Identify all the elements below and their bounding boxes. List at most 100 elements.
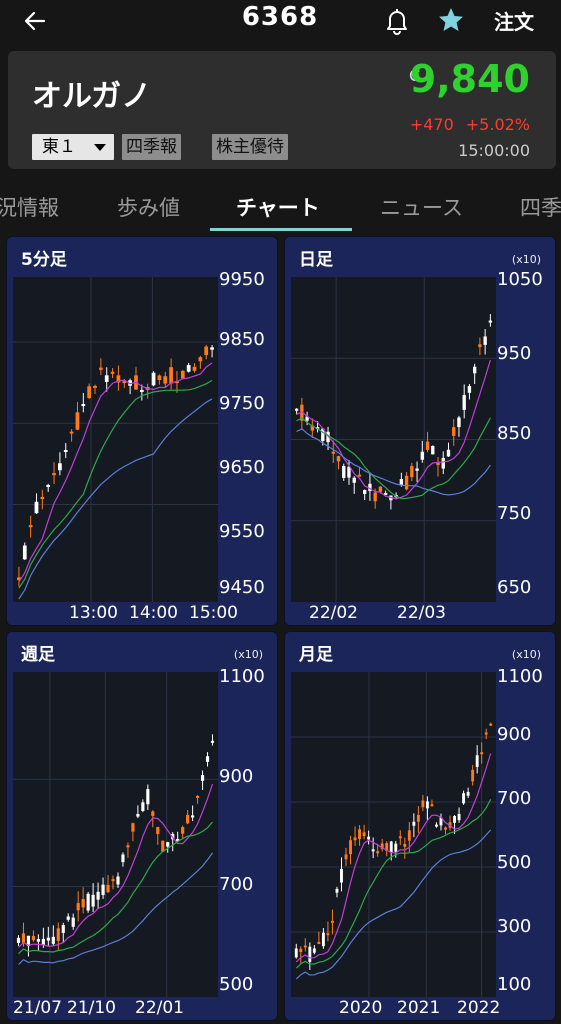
- market-select[interactable]: 東１: [32, 134, 114, 160]
- x-tick-label: 2021: [397, 998, 441, 1018]
- candlestick-plot: [13, 277, 218, 602]
- candle-body: [452, 427, 456, 436]
- x-tick-label: 15:00: [189, 603, 238, 623]
- moving-average-line: [18, 783, 214, 948]
- candle-body: [358, 829, 362, 840]
- candle-body: [52, 473, 56, 476]
- chart-panel-monthly[interactable]: 月足 (x10) 1100 900 700 500 300 100 2020 2…: [284, 631, 556, 1021]
- candle-body: [51, 936, 55, 944]
- candle-body: [352, 477, 356, 483]
- candle-body: [453, 816, 457, 823]
- candle-body: [121, 854, 125, 863]
- chart-panel-daily[interactable]: 日足 (x10) 1050 950 850 750 650 22/02 22/0…: [284, 236, 556, 626]
- panel-title: 5分足: [21, 250, 67, 270]
- candle-body: [151, 372, 156, 386]
- candle-body: [169, 367, 173, 384]
- y-tick-label: 650: [497, 577, 532, 598]
- candle-body: [66, 916, 70, 920]
- candle-body: [340, 868, 343, 883]
- candle-body: [457, 417, 461, 428]
- candle-body: [312, 948, 316, 953]
- candle-body: [321, 932, 325, 947]
- tab-chart[interactable]: チャート: [236, 192, 320, 222]
- candle-body: [93, 385, 97, 388]
- y-tick-label: 9450: [219, 577, 265, 598]
- y-tick-label: 700: [497, 788, 532, 809]
- top-bar: 6368 注文: [0, 0, 561, 44]
- y-tick-label: 500: [219, 974, 254, 995]
- market-label: 東１: [42, 137, 76, 157]
- candle-body: [46, 484, 51, 487]
- candle-body: [471, 769, 475, 782]
- panel-title: 週足: [21, 645, 55, 665]
- candle-body: [478, 344, 482, 348]
- candlestick-plot: [291, 672, 496, 997]
- y-tick-label: 1050: [497, 269, 543, 290]
- candle-body: [472, 366, 477, 374]
- candle-body: [430, 804, 434, 807]
- tab-news[interactable]: ニュース: [380, 192, 463, 222]
- candle-body: [420, 451, 424, 460]
- back-arrow-icon[interactable]: [20, 6, 50, 36]
- candle-body: [353, 837, 357, 841]
- candle-body: [96, 891, 100, 900]
- star-icon[interactable]: [437, 6, 465, 34]
- candle-body: [466, 791, 470, 796]
- y-tick-label: 9950: [219, 269, 265, 290]
- quarterly-report-button[interactable]: 四季報: [122, 134, 181, 160]
- candle-body: [480, 752, 484, 755]
- chart-panel-5min[interactable]: 5分足 9950 9850 9750 9650 9550 9450 13:00 …: [6, 236, 278, 626]
- y-tick-label: 9850: [219, 329, 265, 350]
- candle-body: [40, 497, 45, 500]
- x-tick-label: 22/03: [397, 603, 446, 623]
- tab-status[interactable]: 況情報: [0, 192, 59, 222]
- x-tick-label: 2020: [339, 998, 383, 1018]
- y-tick-label: 100: [497, 974, 532, 995]
- candle-body: [69, 431, 74, 434]
- candle-body: [131, 823, 135, 832]
- change-percent: +5.02%: [465, 115, 530, 134]
- price-change: +470 +5.02%: [398, 115, 530, 134]
- candle-body: [349, 840, 352, 855]
- candle-body: [376, 851, 380, 854]
- candle-body: [136, 814, 140, 817]
- y-tick-label: 1100: [497, 666, 543, 687]
- moving-average-line: [18, 821, 213, 955]
- shareholder-benefit-button[interactable]: 株主優待: [212, 134, 288, 160]
- candle-body: [457, 813, 461, 821]
- x-tick-label: 21/10: [67, 998, 116, 1018]
- tab-trades[interactable]: 歩み値: [117, 192, 180, 222]
- candle-body: [441, 457, 445, 469]
- candle-body: [104, 375, 109, 382]
- candle-body: [63, 449, 68, 452]
- candle-body: [205, 756, 210, 762]
- order-button[interactable]: 注文: [494, 6, 534, 35]
- candle-body: [186, 814, 190, 824]
- candle-body: [58, 463, 62, 471]
- candle-body: [61, 925, 65, 933]
- x-tick-label: 2022: [457, 998, 501, 1018]
- moving-average-line: [296, 428, 491, 496]
- moving-average-line: [295, 753, 492, 963]
- candle-body: [484, 732, 488, 735]
- candle-body: [483, 336, 487, 345]
- candle-body: [294, 948, 298, 958]
- candle-body: [200, 775, 205, 781]
- candle-body: [394, 843, 398, 852]
- candle-body: [81, 404, 86, 407]
- candle-body: [16, 937, 21, 943]
- candlestick-plot: [13, 672, 218, 997]
- tab-quarterly[interactable]: 四季: [520, 192, 561, 222]
- candle-body: [308, 946, 312, 962]
- y-tick-label: 9550: [219, 521, 265, 542]
- moving-average-line: [18, 852, 213, 965]
- candle-body: [210, 347, 214, 350]
- chart-panel-weekly[interactable]: 週足 (x10) 1100 900 700 500 21/07 21/10 22…: [6, 631, 278, 1021]
- candle-body: [87, 386, 92, 399]
- candle-body: [299, 948, 303, 953]
- candle-body: [421, 800, 425, 808]
- candle-body: [435, 824, 438, 827]
- bell-icon[interactable]: [383, 6, 411, 36]
- candle-body: [198, 357, 203, 362]
- candle-body: [363, 490, 367, 494]
